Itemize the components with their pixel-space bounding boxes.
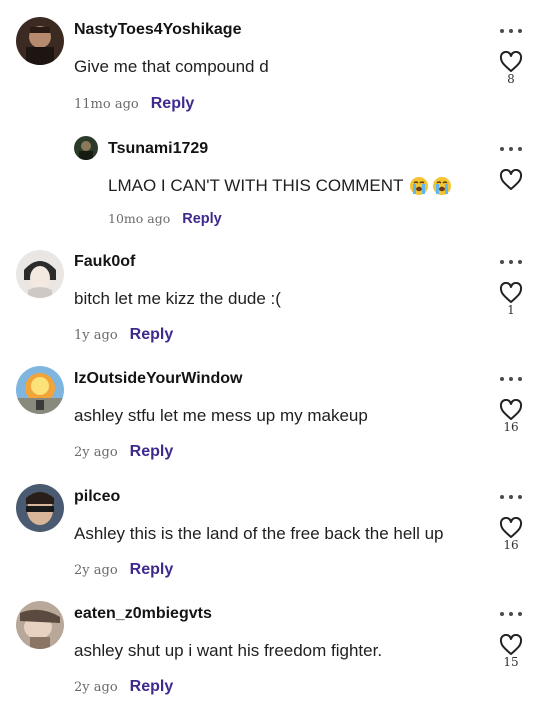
avatar[interactable]: [16, 484, 64, 532]
comment-timestamp: 10mo ago: [108, 211, 171, 226]
comment-text: Give me that compound d: [74, 57, 269, 76]
more-options-icon[interactable]: [500, 26, 522, 36]
comment-username[interactable]: Fauk0of: [74, 253, 135, 271]
comment-item: IzOutsideYourWindow ashley stfu let me m…: [0, 357, 540, 475]
comment-item: pilceo Ashley this is the land of the fr…: [0, 475, 540, 592]
like-count: 16: [503, 420, 519, 434]
like-count: 16: [503, 538, 519, 552]
like-count: 15: [503, 655, 519, 669]
comment-username[interactable]: pilceo: [74, 488, 120, 506]
heart-icon[interactable]: [499, 51, 523, 73]
more-options-icon[interactable]: [500, 374, 522, 384]
comment-text-content: LMAO I CAN'T WITH THIS COMMENT: [108, 176, 404, 195]
comment-text: Ashley this is the land of the free back…: [74, 524, 444, 543]
comment-username[interactable]: Tsunami1729: [108, 140, 208, 158]
reply-button[interactable]: Reply: [182, 211, 222, 227]
comment-meta: 1y ago Reply: [74, 326, 173, 344]
comment-meta: 10mo ago Reply: [108, 211, 222, 227]
comment-text: bitch let me kizz the dude :(: [74, 289, 281, 308]
comment-meta: 2y ago Reply: [74, 678, 173, 696]
reply-button[interactable]: Reply: [130, 443, 174, 461]
comment-timestamp: 2y ago: [74, 563, 118, 578]
comment-item: eaten_z0mbiegvts ashley shut up i want h…: [0, 592, 540, 707]
reply-button[interactable]: Reply: [151, 95, 195, 113]
heart-icon[interactable]: [499, 282, 523, 304]
loudly-crying-face-icon: [432, 176, 452, 196]
comment-item: NastyToes4Yoshikage Give me that compoun…: [0, 0, 540, 125]
comment-text: ashley stfu let me mess up my makeup: [74, 406, 368, 425]
reply-comment-item: Tsunami1729 LMAO I CAN'T WITH THIS COMME…: [0, 125, 540, 240]
comment-meta: 2y ago Reply: [74, 443, 173, 461]
like-count: 8: [507, 72, 515, 86]
comment-timestamp: 2y ago: [74, 445, 118, 460]
avatar[interactable]: [16, 601, 64, 649]
heart-icon[interactable]: [499, 517, 523, 539]
avatar[interactable]: [74, 136, 98, 160]
reply-button[interactable]: Reply: [130, 561, 174, 579]
like-count: 1: [507, 303, 515, 317]
more-options-icon[interactable]: [500, 257, 522, 267]
avatar[interactable]: [16, 250, 64, 298]
reply-button[interactable]: Reply: [130, 326, 174, 344]
heart-icon[interactable]: [499, 169, 523, 191]
comment-text: LMAO I CAN'T WITH THIS COMMENT: [108, 176, 452, 196]
comment-timestamp: 2y ago: [74, 680, 118, 695]
heart-icon[interactable]: [499, 399, 523, 421]
more-options-icon[interactable]: [500, 144, 522, 154]
comment-text: ashley shut up i want his freedom fighte…: [74, 641, 383, 660]
comment-meta: 2y ago Reply: [74, 561, 173, 579]
reply-button[interactable]: Reply: [130, 678, 174, 696]
heart-icon[interactable]: [499, 634, 523, 656]
comment-username[interactable]: NastyToes4Yoshikage: [74, 21, 241, 39]
loudly-crying-face-icon: [409, 176, 429, 196]
more-options-icon[interactable]: [500, 492, 522, 502]
comment-meta: 11mo ago Reply: [74, 95, 194, 113]
comment-item: Fauk0of bitch let me kizz the dude :( 1y…: [0, 240, 540, 357]
avatar[interactable]: [16, 17, 64, 65]
comment-timestamp: 11mo ago: [74, 97, 139, 112]
more-options-icon[interactable]: [500, 609, 522, 619]
comment-username[interactable]: eaten_z0mbiegvts: [74, 605, 212, 623]
avatar[interactable]: [16, 366, 64, 414]
comment-timestamp: 1y ago: [74, 328, 118, 343]
comment-username[interactable]: IzOutsideYourWindow: [74, 370, 242, 388]
